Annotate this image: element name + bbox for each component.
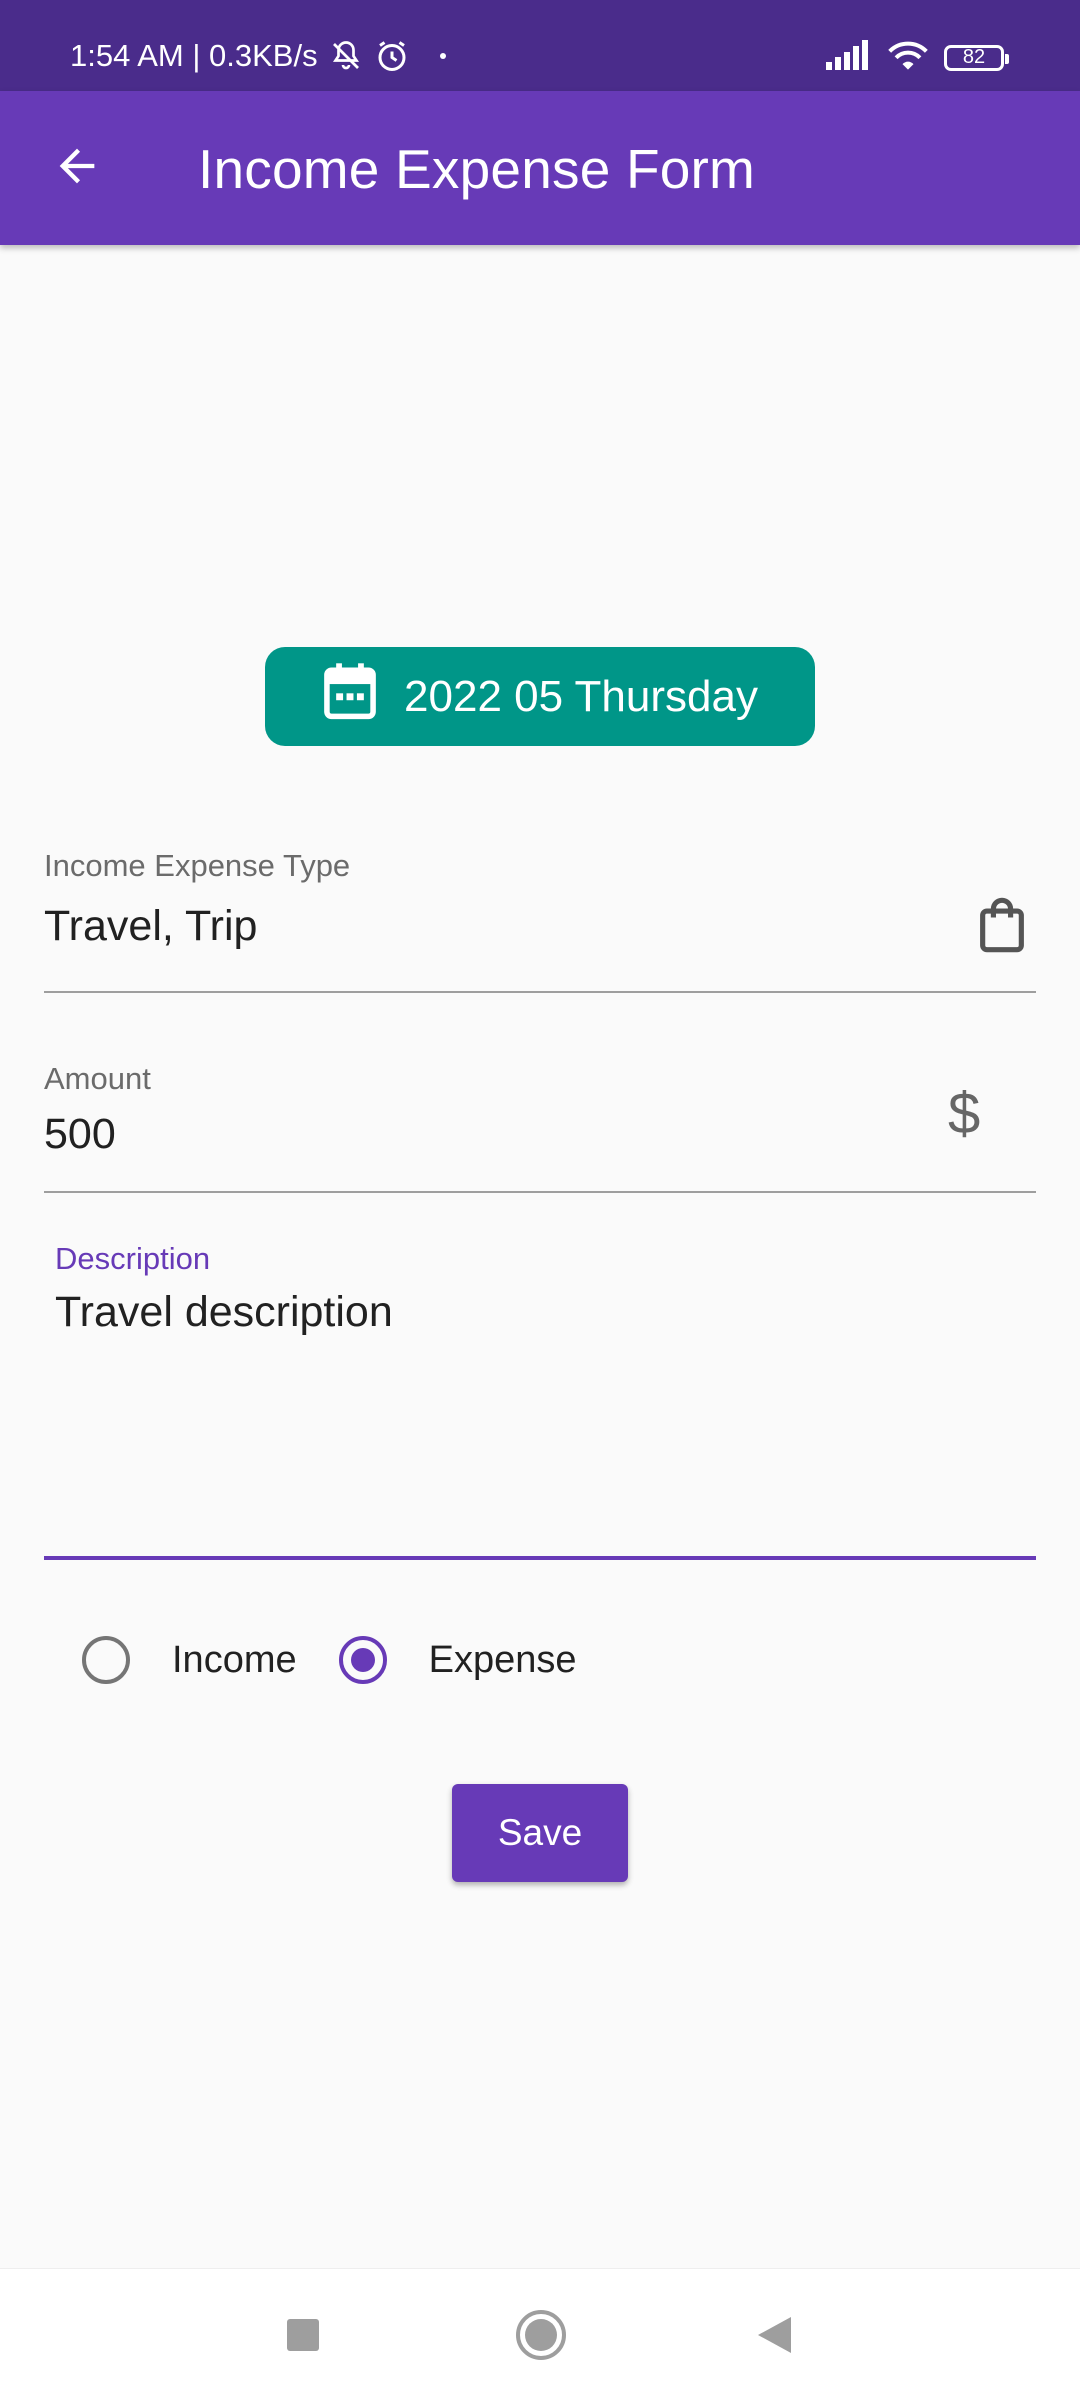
type-field-value: Travel, Trip	[44, 902, 258, 950]
app-bar: Income Expense Form	[0, 91, 1080, 245]
expense-radio[interactable]	[338, 1636, 387, 1684]
type-field-underline	[44, 991, 1036, 993]
status-right: 82	[826, 38, 1009, 77]
status-bar: 1:54 AM | 0.3KB/s 82	[0, 0, 1080, 91]
date-label: 2022 05 Thursday	[404, 671, 758, 721]
expense-radio-dot	[350, 1648, 375, 1672]
status-left: 1:54 AM | 0.3KB/s	[70, 38, 448, 74]
amount-field-underline	[44, 1191, 1036, 1193]
status-dot-icon	[438, 51, 448, 61]
income-radio-label[interactable]: Income	[172, 1639, 297, 1682]
notifications-off-icon	[326, 38, 366, 74]
income-radio[interactable]	[82, 1636, 130, 1684]
save-button[interactable]: Save	[452, 1784, 628, 1882]
expense-radio-label[interactable]: Expense	[429, 1639, 577, 1682]
battery-level: 82	[962, 46, 986, 68]
arrow-back-icon	[51, 140, 103, 197]
alarm-icon	[374, 38, 410, 74]
back-icon[interactable]	[755, 2315, 793, 2360]
shopping-bag-icon[interactable]	[976, 896, 1028, 959]
type-radio-group: Income Expense	[82, 1636, 577, 1684]
recent-apps-icon[interactable]	[285, 2317, 321, 2358]
amount-field-value: 500	[44, 1110, 116, 1158]
home-icon[interactable]	[515, 2309, 567, 2366]
calendar-icon	[322, 661, 378, 732]
system-nav-bar	[0, 2268, 1080, 2401]
description-field-label: Description	[55, 1241, 211, 1276]
battery-icon: 82	[944, 44, 1009, 71]
wifi-icon	[886, 38, 930, 77]
type-field-label: Income Expense Type	[44, 848, 351, 883]
page-title: Income Expense Form	[198, 138, 756, 200]
amount-field-label: Amount	[44, 1061, 151, 1096]
description-field-value: Travel description	[55, 1288, 393, 1336]
description-field-underline	[44, 1556, 1036, 1560]
dollar-icon: $	[948, 1081, 981, 1146]
back-button[interactable]	[40, 131, 114, 205]
status-time-network: 1:54 AM | 0.3KB/s	[70, 38, 318, 73]
date-picker-button[interactable]: 2022 05 Thursday	[265, 647, 815, 746]
signal-icon	[826, 40, 872, 75]
